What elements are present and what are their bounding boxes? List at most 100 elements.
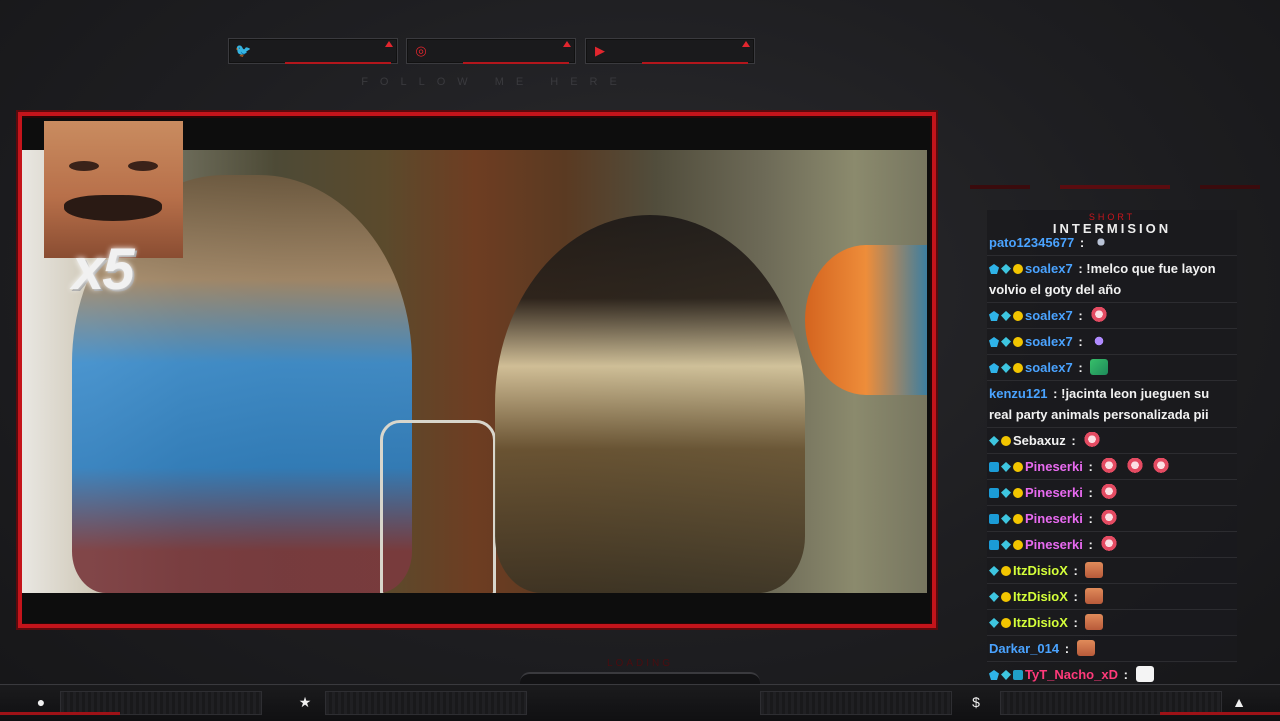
chat-username[interactable]: Pineserki xyxy=(1025,537,1083,552)
chat-message: soalex7 : xyxy=(987,303,1237,329)
chat-username[interactable]: Darkar_014 xyxy=(989,641,1059,656)
youtube-icon: ▶ xyxy=(595,43,605,58)
chat-username[interactable]: ItzDisioX xyxy=(1013,615,1068,630)
chat-separator: : xyxy=(1074,261,1087,276)
chat-separator: : xyxy=(1084,459,1097,474)
badge-icon xyxy=(1013,540,1023,550)
chat-separator: : xyxy=(1069,615,1082,630)
emote-icon xyxy=(1090,333,1109,349)
chat-separator: : xyxy=(1074,308,1087,323)
triangle-decor xyxy=(385,41,393,47)
chat-separator: : xyxy=(1061,641,1073,656)
chat-message: pato12345677 : xyxy=(987,230,1237,256)
badge-icon xyxy=(989,462,999,472)
badge-icon xyxy=(1001,311,1011,321)
chat-message: soalex7 : xyxy=(987,355,1237,381)
badge-icon xyxy=(1001,540,1011,550)
chat-text: !melco que fue layon volvio el goty del … xyxy=(989,261,1216,297)
chat-message: Pineserki : xyxy=(987,532,1237,558)
chat-username[interactable]: Pineserki xyxy=(1025,485,1083,500)
badge-icon xyxy=(989,337,999,347)
badge-icon xyxy=(989,311,999,321)
chat-header-decor xyxy=(970,180,1260,194)
chat-panel[interactable]: SHORT INTERMISION pato12345677 : soalex7… xyxy=(987,210,1237,688)
chat-separator: : xyxy=(1067,433,1080,448)
instagram-link[interactable]: ◎ xyxy=(406,38,576,64)
emote-icon xyxy=(1085,562,1104,578)
badge-icon xyxy=(989,436,999,446)
badge-icon xyxy=(989,488,999,498)
chat-message: Pineserki : xyxy=(987,454,1237,480)
chat-separator: : xyxy=(1074,334,1087,349)
chat-username[interactable]: ItzDisioX xyxy=(1013,589,1068,604)
badge-icon xyxy=(1001,592,1011,602)
emote-icon xyxy=(1126,458,1145,474)
emote-icon xyxy=(1090,359,1109,375)
emote-icon xyxy=(1100,484,1119,500)
chat-username[interactable]: TyT_Nacho_xD xyxy=(1025,667,1118,682)
follow-caption: FOLLOW ME HERE xyxy=(361,76,629,88)
emote-icon xyxy=(1085,588,1104,604)
badge-icon xyxy=(1001,514,1011,524)
badge-icon xyxy=(1001,337,1011,347)
badge-icon xyxy=(1001,618,1011,628)
chat-username[interactable]: soalex7 xyxy=(1025,334,1073,349)
chat-username[interactable]: Pineserki xyxy=(1025,511,1083,526)
chat-username[interactable]: soalex7 xyxy=(1025,308,1073,323)
badge-icon xyxy=(1013,264,1023,274)
badge-icon xyxy=(1013,514,1023,524)
video-umbrella xyxy=(805,245,927,395)
user-icon[interactable]: ● xyxy=(32,693,50,711)
chat-message: Pineserki : xyxy=(987,506,1237,532)
badge-icon xyxy=(1013,670,1023,680)
rocket-icon[interactable]: ▲ xyxy=(1230,693,1248,711)
badge-icon xyxy=(1001,670,1011,680)
emote-icon xyxy=(1135,666,1154,682)
chat-separator: : xyxy=(1119,667,1132,682)
meme-eye-left xyxy=(69,161,99,171)
badge-icon xyxy=(1001,566,1011,576)
chat-message: soalex7 : xyxy=(987,329,1237,355)
emote-icon xyxy=(1083,432,1102,448)
triangle-decor xyxy=(742,41,750,47)
emote-icon xyxy=(1100,510,1119,526)
loading-label: LOADING xyxy=(606,658,673,669)
badge-icon xyxy=(1013,337,1023,347)
youtube-link[interactable]: ▶ xyxy=(585,38,755,64)
chat-username[interactable]: Pineserki xyxy=(1025,459,1083,474)
badge-icon xyxy=(1001,264,1011,274)
chat-message: soalex7 : !melco que fue layon volvio el… xyxy=(987,256,1237,303)
chat-messages[interactable]: pato12345677 : soalex7 : !melco que fue … xyxy=(987,230,1237,688)
chat-separator: : xyxy=(1049,386,1062,401)
star-icon[interactable]: ★ xyxy=(296,693,314,711)
chat-separator: : xyxy=(1076,235,1088,250)
emote-icon xyxy=(1100,536,1119,552)
chat-username[interactable]: ItzDisioX xyxy=(1013,563,1068,578)
chat-username[interactable]: pato12345677 xyxy=(989,235,1074,250)
badge-icon xyxy=(1001,436,1011,446)
chat-username[interactable]: soalex7 xyxy=(1025,261,1073,276)
badge-icon xyxy=(1013,363,1023,373)
chat-username[interactable]: kenzu121 xyxy=(989,386,1048,401)
badge-icon xyxy=(989,670,999,680)
emote-icon xyxy=(1076,640,1095,656)
chat-message: ItzDisioX : xyxy=(987,610,1237,636)
badge-icon xyxy=(989,363,999,373)
video-chair xyxy=(380,420,496,593)
dollar-icon[interactable]: $ xyxy=(967,693,985,711)
chat-message: Sebaxuz : xyxy=(987,428,1237,454)
meme-mustache xyxy=(64,195,162,221)
chat-separator: : xyxy=(1069,589,1082,604)
badge-icon xyxy=(989,514,999,524)
twitter-link[interactable]: 🐦 xyxy=(228,38,398,64)
chat-username[interactable]: soalex7 xyxy=(1025,360,1073,375)
badge-icon xyxy=(1013,488,1023,498)
chat-username[interactable]: Sebaxuz xyxy=(1013,433,1066,448)
chat-separator: : xyxy=(1069,563,1082,578)
badge-icon xyxy=(989,540,999,550)
chat-message: Darkar_014 : xyxy=(987,636,1237,662)
bottom-accent-left xyxy=(0,712,120,715)
twitter-icon: 🐦 xyxy=(235,43,252,58)
emote-icon xyxy=(1100,458,1119,474)
meme-multiplier: x5 xyxy=(72,237,134,302)
